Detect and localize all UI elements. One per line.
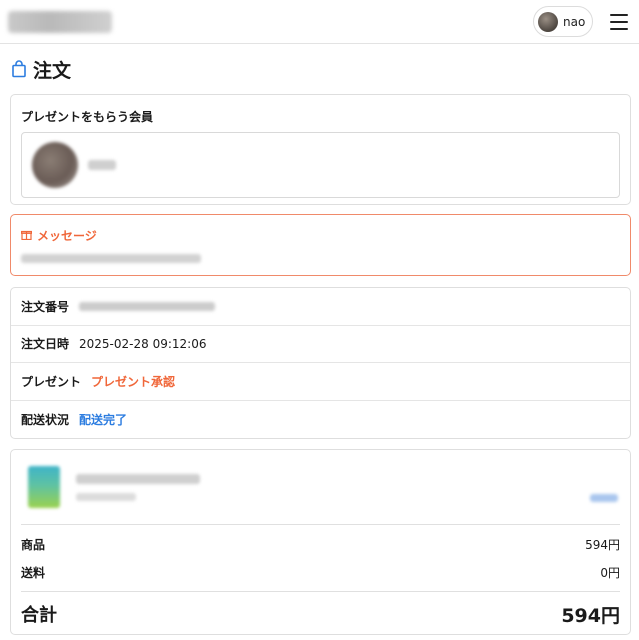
product-detail-redacted <box>76 492 136 501</box>
item-price-row: 商品 594円 <box>21 530 620 558</box>
shipping-label: 送料 <box>21 565 46 580</box>
hamburger-menu-icon[interactable] <box>610 14 628 30</box>
member-name-redacted <box>88 160 116 170</box>
total-label: 合計 <box>21 605 57 626</box>
item-price-value: 594円 <box>585 537 620 552</box>
total-row: 合計 594円 <box>21 592 620 636</box>
gift-icon <box>21 229 33 243</box>
product-info <box>76 473 200 501</box>
item-price-label: 商品 <box>21 537 46 552</box>
product-link-redacted[interactable] <box>590 494 618 502</box>
shipping-value: 0円 <box>600 565 620 580</box>
shipping-row: 送料 0円 <box>21 558 620 586</box>
price-breakdown: 商品 594円 送料 0円 <box>21 525 620 592</box>
order-info-card: 注文番号 注文日時 2025-02-28 09:12:06 プレゼント プレゼン… <box>10 287 631 439</box>
app-header: nao <box>0 0 639 44</box>
order-number-redacted <box>79 301 216 311</box>
delivery-label: 配送状況 <box>21 412 70 427</box>
order-datetime-label: 注文日時 <box>21 337 70 352</box>
shopping-bag-icon <box>11 60 27 78</box>
product-name-redacted <box>76 473 200 484</box>
user-name: nao <box>563 14 586 29</box>
order-datetime-value: 2025-02-28 09:12:06 <box>79 336 207 351</box>
message-card: メッセージ <box>10 214 631 276</box>
recipient-member-card: プレゼントをもらう会員 <box>10 94 631 205</box>
order-summary-card: 商品 594円 送料 0円 合計 594円 <box>10 449 631 635</box>
user-menu-button[interactable]: nao <box>533 6 593 37</box>
message-header: メッセージ <box>21 227 620 244</box>
page-title: 注文 <box>33 59 72 82</box>
product-item[interactable] <box>21 450 620 525</box>
product-thumbnail <box>28 466 60 508</box>
total-value: 594円 <box>561 604 620 627</box>
message-label: メッセージ <box>37 229 97 243</box>
order-datetime-row: 注文日時 2025-02-28 09:12:06 <box>11 326 630 363</box>
member-avatar <box>32 142 78 188</box>
order-number-row: 注文番号 <box>11 288 630 326</box>
member-profile[interactable] <box>21 132 620 198</box>
present-row: プレゼント プレゼント承認 <box>11 363 630 401</box>
present-status: プレゼント承認 <box>91 374 176 389</box>
present-label: プレゼント <box>21 374 82 389</box>
page-heading: 注文 <box>0 44 639 94</box>
avatar <box>538 11 558 32</box>
site-logo[interactable] <box>8 10 112 33</box>
order-number-label: 注文番号 <box>21 299 70 314</box>
delivery-status: 配送完了 <box>79 412 128 427</box>
message-text-redacted <box>21 254 201 263</box>
recipient-section-label: プレゼントをもらう会員 <box>21 110 154 124</box>
delivery-row: 配送状況 配送完了 <box>11 401 630 439</box>
